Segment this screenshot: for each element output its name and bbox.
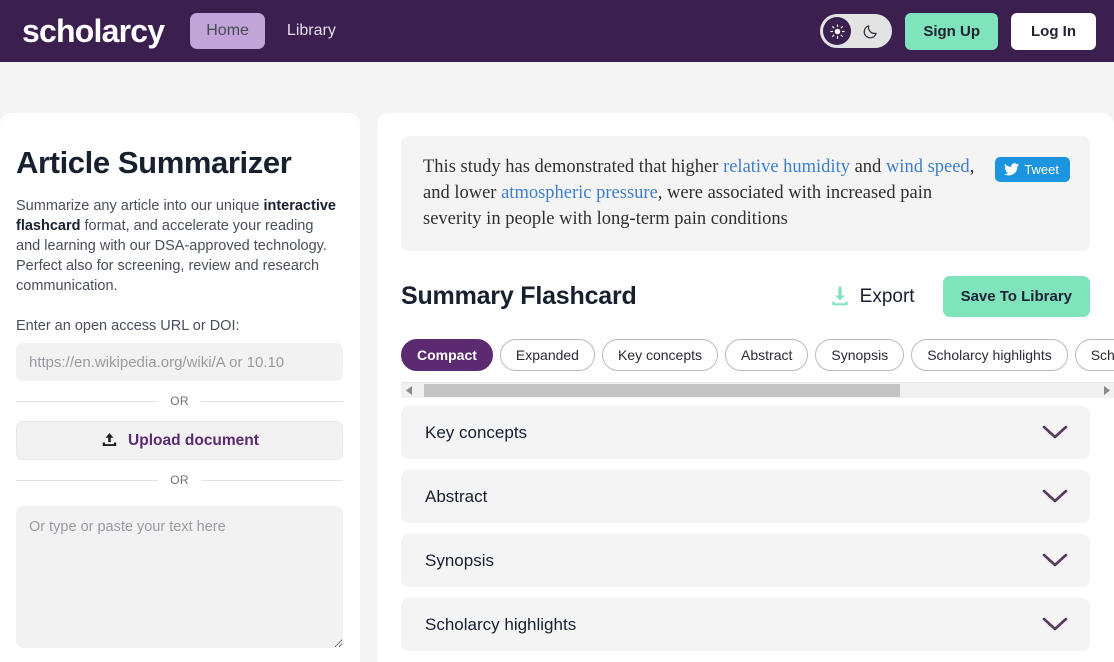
divider-line <box>200 479 344 481</box>
chevron-down-icon[interactable] <box>1042 617 1068 632</box>
upload-icon <box>102 432 117 447</box>
quote-seg-1: This study has demonstrated that higher <box>423 157 724 177</box>
section-label: Abstract <box>425 486 488 506</box>
tab-abstract[interactable]: Abstract <box>725 339 809 371</box>
download-icon <box>831 286 848 305</box>
save-to-library-button[interactable]: Save To Library <box>942 276 1090 317</box>
page-title: Article Summarizer <box>16 145 292 180</box>
summary-quote-text: This study has demonstrated that higher … <box>423 154 981 232</box>
tab-expanded[interactable]: Expanded <box>499 339 595 371</box>
section-label: Key concepts <box>425 422 528 442</box>
quote-link-relative-humidity[interactable]: relative humidity <box>723 157 850 177</box>
tabs-horizontal-scrollbar[interactable] <box>401 382 1114 398</box>
tab-scholarcy-overflow[interactable]: Scholarc <box>1074 339 1114 371</box>
chevron-right-icon <box>1103 386 1110 395</box>
flashcard-sections: Key concepts Abstract Synopsis Scholarcy… <box>401 406 1114 651</box>
chevron-down-icon[interactable] <box>1042 553 1068 568</box>
paste-text-area[interactable] <box>16 506 343 648</box>
section-synopsis[interactable]: Synopsis <box>401 534 1090 587</box>
export-label: Export <box>859 285 915 307</box>
or-label-2: OR <box>170 473 189 487</box>
nav-item-library[interactable]: Library <box>271 13 352 49</box>
tab-key-concepts[interactable]: Key concepts <box>601 339 719 371</box>
quote-seg-2: and <box>849 157 886 177</box>
divider-line <box>16 479 159 481</box>
tweet-button[interactable]: Tweet <box>995 157 1070 182</box>
app-header: scholarcy Home Library Sign Up Log In <box>0 0 1114 62</box>
intro-text-part1: Summarize any article into our unique <box>16 198 264 214</box>
summary-quote-box: This study has demonstrated that higher … <box>401 136 1090 251</box>
login-button[interactable]: Log In <box>1011 12 1096 50</box>
scrollbar-thumb[interactable] <box>423 384 901 397</box>
theme-toggle-moon-slot[interactable] <box>851 23 889 40</box>
tab-compact[interactable]: Compact <box>401 339 493 371</box>
quote-link-wind-speed[interactable]: wind speed <box>886 157 970 177</box>
export-button[interactable]: Export <box>829 286 915 308</box>
section-scholarcy-highlights[interactable]: Scholarcy highlights <box>401 598 1090 651</box>
flashcard-tabs: Compact Expanded Key concepts Abstract S… <box>401 339 1114 371</box>
twitter-bird-icon <box>1004 163 1020 176</box>
or-divider-2: OR <box>16 473 344 487</box>
upload-document-label: Upload document <box>128 431 259 449</box>
theme-toggle-knob <box>823 17 852 45</box>
signup-button[interactable]: Sign Up <box>905 12 998 50</box>
divider-line <box>16 400 159 402</box>
url-field-label: Enter an open access URL or DOI: <box>16 318 240 334</box>
scrollbar-right-arrow[interactable] <box>1098 383 1114 399</box>
flashcard-title: Summary Flashcard <box>401 282 637 310</box>
theme-toggle[interactable] <box>820 14 893 48</box>
scholarcy-logo[interactable]: scholarcy <box>22 15 165 47</box>
moon-icon <box>863 24 877 38</box>
upload-document-button[interactable]: Upload document <box>16 421 343 460</box>
chevron-down-icon[interactable] <box>1042 489 1068 504</box>
section-label: Synopsis <box>425 550 494 570</box>
nav-item-home[interactable]: Home <box>190 13 265 49</box>
section-label: Scholarcy highlights <box>425 614 577 634</box>
chevron-down-icon[interactable] <box>1042 425 1068 440</box>
tab-scholarcy-highlights[interactable]: Scholarcy highlights <box>911 339 1068 371</box>
section-abstract[interactable]: Abstract <box>401 470 1090 523</box>
summarizer-panel: Article Summarizer Summarize any article… <box>0 113 360 662</box>
scrollbar-track[interactable] <box>417 384 1098 397</box>
scrollbar-left-arrow[interactable] <box>401 383 417 399</box>
sun-icon <box>830 23 845 39</box>
flashcard-header-row: Summary Flashcard Export Save To Library <box>401 276 1114 317</box>
quote-link-atmospheric-pressure[interactable]: atmospheric pressure <box>501 183 658 203</box>
section-key-concepts[interactable]: Key concepts <box>401 406 1090 459</box>
chevron-left-icon <box>405 386 412 395</box>
or-divider-1: OR <box>16 394 344 408</box>
tweet-label: Tweet <box>1024 162 1059 177</box>
intro-paragraph: Summarize any article into our unique in… <box>16 196 340 296</box>
url-input[interactable] <box>16 343 343 381</box>
tab-synopsis[interactable]: Synopsis <box>815 339 905 371</box>
or-label-1: OR <box>170 394 189 408</box>
header-actions: Sign Up Log In <box>820 12 1096 50</box>
flashcard-panel: This study has demonstrated that higher … <box>377 113 1114 662</box>
page-body: Article Summarizer Summarize any article… <box>0 62 1114 662</box>
main-nav: Home Library <box>190 13 352 49</box>
divider-line <box>200 400 344 402</box>
